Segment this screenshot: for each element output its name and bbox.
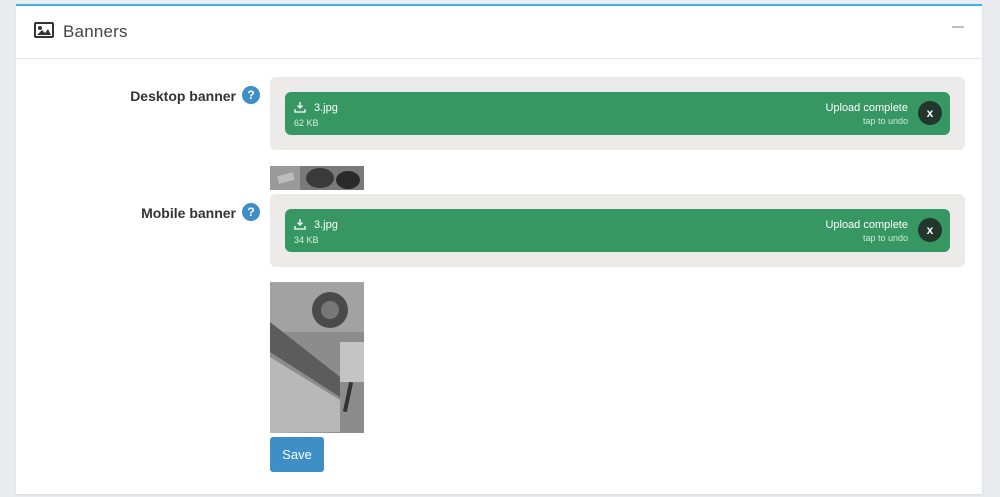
upload-status: Upload complete	[825, 219, 908, 231]
collapse-button[interactable]	[952, 18, 966, 32]
panel-title: Banners	[63, 22, 128, 41]
file-size: 62 KB	[294, 118, 319, 128]
remove-file-button[interactable]: x	[918, 218, 942, 242]
upload-status: Upload complete	[825, 102, 908, 114]
file-size: 34 KB	[294, 235, 319, 245]
panel-header: Banners	[16, 6, 982, 59]
save-button[interactable]: Save	[270, 437, 324, 472]
image-icon	[34, 22, 54, 38]
mobile-banner-label: Mobile banner	[141, 205, 236, 221]
desktop-upload-dropzone[interactable]: 3.jpg 62 KB Upload complete tap to undo …	[270, 77, 965, 150]
desktop-banner-label: Desktop banner	[130, 88, 236, 104]
mobile-banner-preview	[270, 282, 364, 433]
undo-link[interactable]: tap to undo	[863, 233, 908, 243]
question-circle-icon[interactable]: ?	[242, 203, 260, 221]
file-name: 3.jpg	[314, 219, 338, 231]
file-name: 3.jpg	[314, 102, 338, 114]
mobile-upload-dropzone[interactable]: 3.jpg 34 KB Upload complete tap to undo …	[270, 194, 965, 267]
banners-panel: Banners Desktop banner ? 3.jpg 62 KB Upl…	[16, 4, 982, 494]
download-icon[interactable]	[294, 218, 306, 230]
question-circle-icon[interactable]: ?	[242, 86, 260, 104]
desktop-upload-item: 3.jpg 62 KB Upload complete tap to undo …	[285, 92, 950, 135]
download-icon[interactable]	[294, 101, 306, 113]
undo-link[interactable]: tap to undo	[863, 116, 908, 126]
desktop-banner-preview	[270, 166, 364, 190]
mobile-upload-item: 3.jpg 34 KB Upload complete tap to undo …	[285, 209, 950, 252]
remove-file-button[interactable]: x	[918, 101, 942, 125]
